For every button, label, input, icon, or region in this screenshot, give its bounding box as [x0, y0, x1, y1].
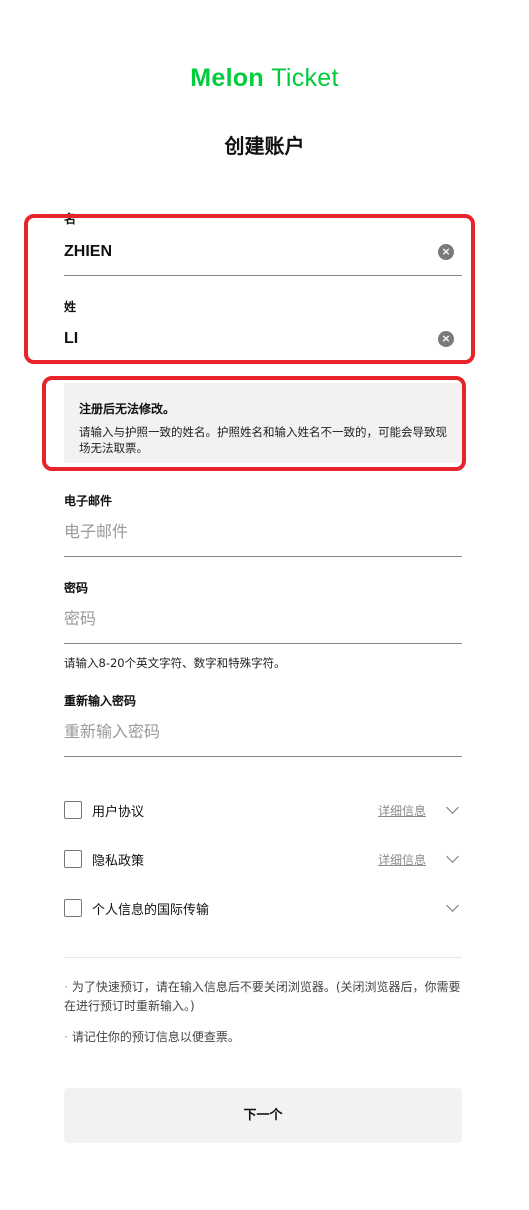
- info-bullet-remember-text: 请记住你的预订信息以便查票。: [71, 1030, 240, 1044]
- password-field[interactable]: [64, 609, 434, 628]
- section-divider: [64, 957, 462, 958]
- info-bullet-browser-text: 为了快速预订，请在输入信息后不要关闭浏览器。(关闭浏览器后，你需要在进行预订时重…: [64, 980, 461, 1013]
- email-underline: [64, 556, 462, 557]
- highlight-box-notice: [42, 376, 466, 471]
- terms-label[interactable]: 用户协议: [92, 801, 144, 820]
- password-confirm-label: 重新输入密码: [64, 694, 137, 708]
- privacy-label[interactable]: 隐私政策: [92, 850, 144, 869]
- email-field[interactable]: [64, 522, 434, 541]
- intl-transfer-chevron-down-icon[interactable]: [446, 899, 459, 912]
- info-bullet-browser: · 为了快速预订，请在输入信息后不要关闭浏览器。(关闭浏览器后，你需要在进行预订时…: [64, 980, 461, 1013]
- intl-transfer-checkbox[interactable]: [64, 899, 82, 917]
- agreement-row-intl-transfer: 个人信息的国际传输: [64, 898, 462, 920]
- terms-chevron-down-icon[interactable]: [446, 801, 459, 814]
- password-underline: [64, 643, 462, 644]
- logo-word-melon: Melon: [190, 64, 264, 92]
- privacy-detail-link[interactable]: 详细信息: [378, 851, 426, 868]
- terms-checkbox[interactable]: [64, 801, 82, 819]
- logo-word-ticket: Ticket: [271, 64, 339, 92]
- page-title: 创建账户: [224, 134, 305, 158]
- agreement-row-terms: 用户协议 详细信息: [64, 800, 462, 822]
- intl-transfer-label[interactable]: 个人信息的国际传输: [92, 899, 209, 918]
- password-label: 密码: [64, 581, 89, 595]
- highlight-box-name: [24, 214, 475, 364]
- agreement-row-privacy: 隐私政策 详细信息: [64, 849, 462, 871]
- next-button[interactable]: 下一个: [64, 1088, 462, 1143]
- email-label: 电子邮件: [64, 494, 113, 508]
- password-hint: 请输入8-20个英文字符、数字和特殊字符。: [64, 656, 286, 670]
- privacy-checkbox[interactable]: [64, 850, 82, 868]
- privacy-chevron-down-icon[interactable]: [446, 850, 459, 863]
- password-confirm-field[interactable]: [64, 722, 434, 741]
- info-bullet-remember: · 请记住你的预订信息以便查票。: [64, 1030, 240, 1044]
- terms-detail-link[interactable]: 详细信息: [378, 802, 426, 819]
- password-confirm-underline: [64, 756, 462, 757]
- melon-ticket-logo: Melon Ticket: [0, 64, 529, 93]
